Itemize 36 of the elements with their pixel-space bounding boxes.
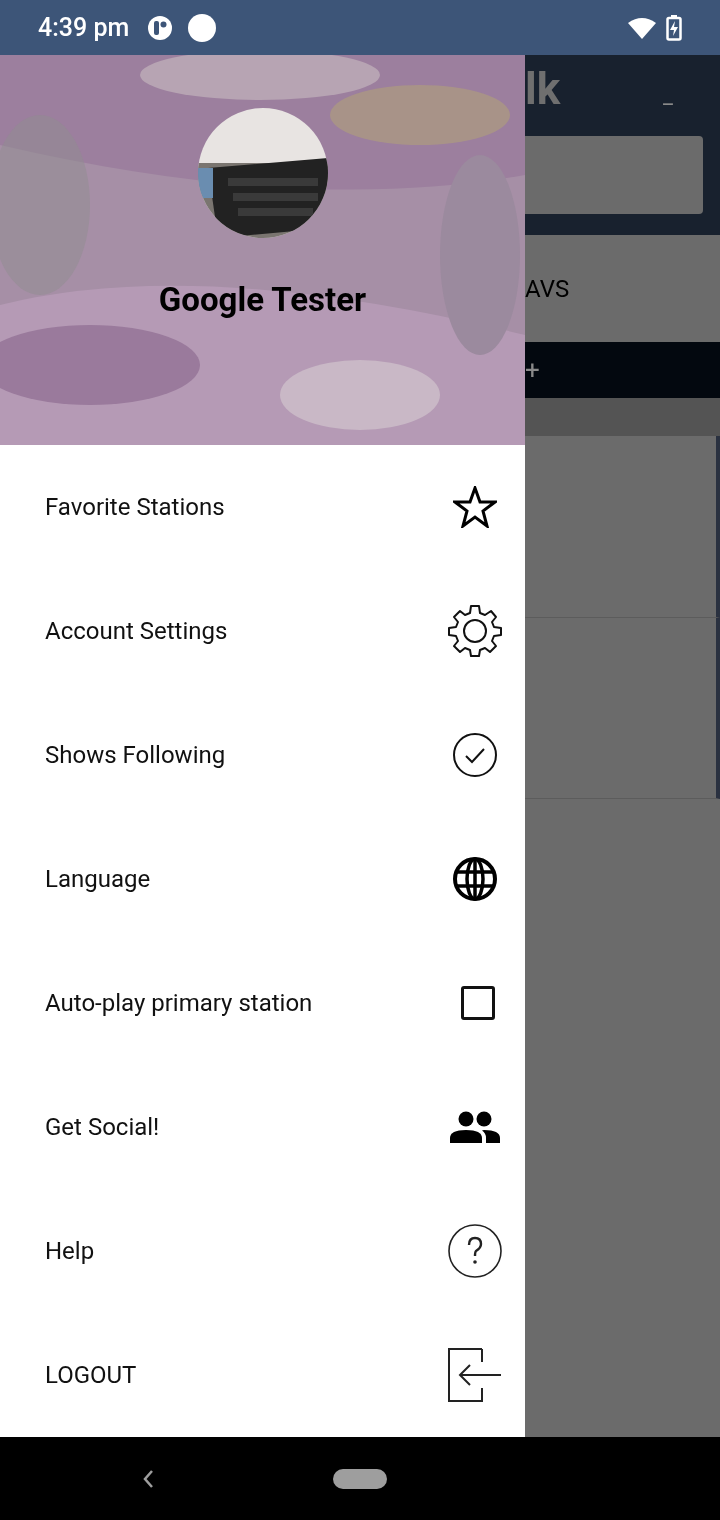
menu-item[interactable]: LOGOUT bbox=[0, 1313, 525, 1438]
menu-item-label: LOGOUT bbox=[45, 1360, 137, 1392]
dot-icon bbox=[188, 13, 217, 42]
menu-item-label: Language bbox=[45, 864, 151, 896]
app-title: lk bbox=[525, 67, 561, 112]
wifi-icon bbox=[628, 16, 656, 39]
menu-item[interactable]: Account Settings bbox=[0, 569, 525, 694]
menu-item[interactable]: Shows Following bbox=[0, 693, 525, 818]
help-icon bbox=[448, 1224, 502, 1279]
menu-item-label: Favorite Stations bbox=[45, 492, 225, 524]
checkbox[interactable] bbox=[461, 986, 495, 1021]
app-notification-icon bbox=[147, 14, 174, 41]
star-icon bbox=[453, 486, 497, 529]
add-button[interactable]: + bbox=[525, 357, 540, 384]
menu-item[interactable]: Get Social! bbox=[0, 1065, 525, 1190]
menu-item[interactable]: Auto-play primary station bbox=[0, 941, 525, 1066]
battery-icon bbox=[666, 14, 682, 41]
people-icon bbox=[450, 1111, 500, 1144]
status-time: 4:39 pm bbox=[38, 11, 130, 44]
menu-item-label: Auto-play primary station bbox=[45, 988, 313, 1020]
logout-icon bbox=[448, 1348, 502, 1403]
check-circle-icon bbox=[453, 733, 497, 778]
tab[interactable]: AVS bbox=[525, 270, 570, 307]
minimize-button[interactable]: _ bbox=[663, 79, 673, 113]
menu-item-label: Get Social! bbox=[45, 1112, 160, 1144]
menu-item-label: Account Settings bbox=[45, 616, 228, 648]
search-field[interactable] bbox=[525, 136, 703, 215]
globe-icon bbox=[452, 856, 498, 903]
menu-item[interactable]: Help bbox=[0, 1189, 525, 1314]
settings-icon bbox=[448, 604, 502, 659]
menu-item[interactable]: Language bbox=[0, 817, 525, 942]
menu-item[interactable]: Favorite Stations bbox=[0, 445, 525, 570]
user-name: Google Tester bbox=[158, 283, 367, 317]
menu-item-label: Help bbox=[45, 1236, 95, 1268]
menu-item-label: Shows Following bbox=[45, 740, 226, 772]
home-button[interactable] bbox=[333, 1468, 387, 1489]
